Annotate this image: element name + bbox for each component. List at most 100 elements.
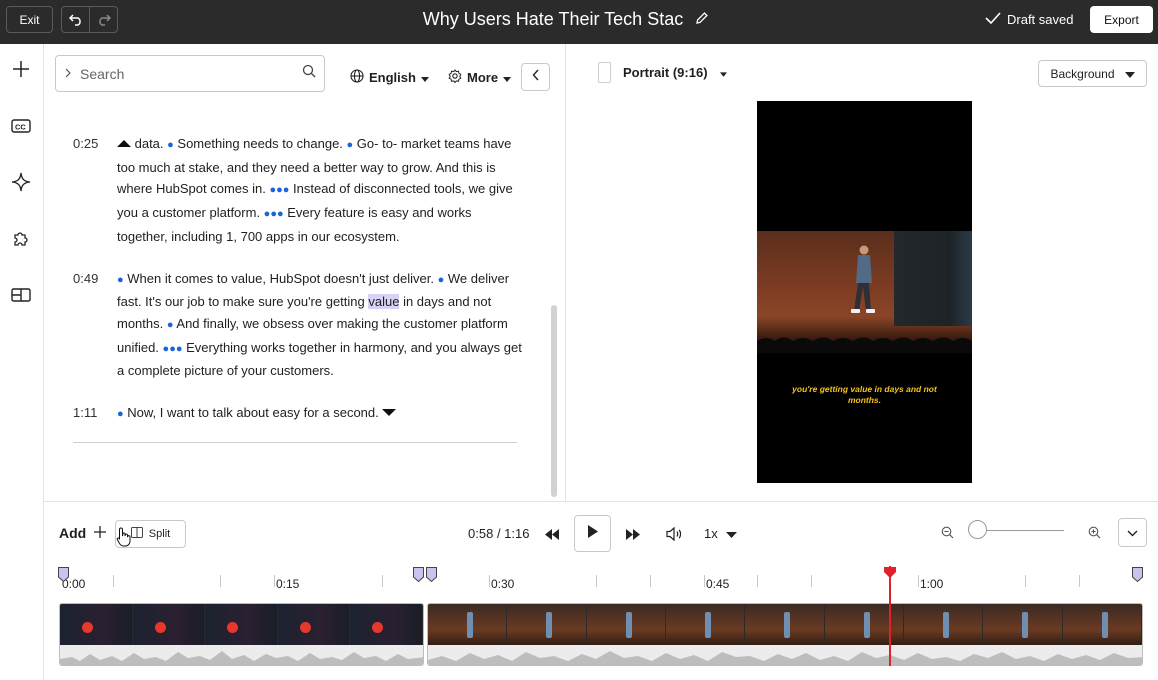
timeline-divider[interactable] <box>44 501 1158 502</box>
draft-status-text: Draft saved <box>1007 12 1074 27</box>
transcript-divider <box>73 442 517 443</box>
search-input[interactable] <box>80 65 294 82</box>
ruler-tick <box>918 575 919 587</box>
zoom-slider-track[interactable] <box>978 530 1064 531</box>
video-caption: you're getting value in days and not mon… <box>792 384 937 405</box>
pause-marker[interactable]: ●●● <box>264 208 284 220</box>
caret-down-icon <box>719 65 727 80</box>
rewind-icon[interactable] <box>544 526 560 542</box>
collapse-panel-button[interactable] <box>521 63 550 91</box>
fast-forward-icon[interactable] <box>625 526 641 542</box>
pause-marker[interactable]: ●●● <box>163 343 183 355</box>
export-button[interactable]: Export <box>1090 6 1153 33</box>
split-label: Split <box>148 528 171 540</box>
clip-thumbnail <box>586 604 666 647</box>
caret-up-icon[interactable] <box>117 136 131 151</box>
left-toolbar: CC <box>0 44 44 680</box>
puzzle-icon[interactable] <box>9 227 33 251</box>
more-dropdown[interactable]: More <box>448 69 512 86</box>
panel-divider[interactable] <box>565 44 566 501</box>
video-clip[interactable] <box>59 603 424 666</box>
aspect-ratio-label: Portrait (9:16) <box>623 65 708 80</box>
pencil-icon[interactable] <box>695 9 709 30</box>
layout-icon[interactable] <box>9 283 33 307</box>
aspect-ratio-dropdown[interactable]: Portrait (9:16) <box>598 62 727 83</box>
clip-thumbnail <box>132 604 206 647</box>
portrait-frame-icon <box>598 62 611 83</box>
background-dropdown[interactable]: Background <box>1038 60 1147 87</box>
zoom-in-icon[interactable] <box>1086 524 1102 540</box>
ruler-label: 0:15 <box>276 577 300 591</box>
transcript-text[interactable]: Something needs to change. <box>174 136 347 151</box>
plus-icon[interactable] <box>9 57 33 81</box>
total-duration: 1:16 <box>504 526 530 541</box>
clip-end-marker[interactable] <box>1132 567 1143 587</box>
gear-icon <box>448 69 462 86</box>
ruler-tick <box>382 575 383 587</box>
zoom-out-icon[interactable] <box>939 524 955 540</box>
sparkle-icon[interactable] <box>9 170 33 194</box>
current-word-highlight[interactable]: value <box>368 294 400 310</box>
background-label: Background <box>1050 66 1115 81</box>
redo-icon[interactable] <box>89 7 117 32</box>
transcript-paragraph[interactable]: 0:49 ● When it comes to value, HubSpot do… <box>73 268 523 383</box>
paragraph-timestamp[interactable]: 0:25 <box>73 133 98 155</box>
ruler-label: 0:45 <box>706 577 730 591</box>
chevron-left-icon <box>532 68 540 86</box>
caret-down-icon <box>725 526 737 541</box>
paragraph-timestamp[interactable]: 0:49 <box>73 268 98 290</box>
chevron-right-icon[interactable] <box>64 65 72 83</box>
playhead-handle[interactable] <box>883 566 897 584</box>
project-title-text[interactable]: Why Users Hate Their Tech Stac <box>423 9 683 30</box>
clip-end-marker[interactable] <box>413 567 424 587</box>
audio-waveform <box>428 645 1142 665</box>
timeline-ruler[interactable]: 0:00 0:15 0:30 0:45 1:00 <box>44 567 1158 597</box>
playback-speed-dropdown[interactable]: 1x <box>704 526 737 541</box>
search-icon[interactable] <box>302 64 316 83</box>
ruler-tick <box>757 575 758 587</box>
transcript-paragraph[interactable]: 0:25 data. ● Something needs to change. … <box>73 133 523 248</box>
transcript-text[interactable]: Now, I want to talk about easy for a sec… <box>124 405 383 420</box>
hand-cursor-icon <box>116 527 132 552</box>
search-box[interactable] <box>55 55 325 92</box>
volume-icon[interactable] <box>665 525 683 543</box>
caret-down-icon[interactable] <box>382 405 397 420</box>
globe-icon <box>350 69 364 86</box>
add-label: Add <box>59 525 87 541</box>
zoom-slider-handle[interactable] <box>968 520 987 539</box>
history-controls <box>61 6 118 33</box>
undo-icon[interactable] <box>62 7 89 32</box>
project-title[interactable]: Why Users Hate Their Tech Stac <box>380 9 752 30</box>
transcript-paragraph[interactable]: 1:11 ● Now, I want to talk about easy for… <box>73 402 523 426</box>
timecode: 0:58 / 1:16 <box>468 526 529 541</box>
exit-button[interactable]: Exit <box>6 6 53 33</box>
transcript[interactable]: 0:25 data. ● Something needs to change. … <box>73 133 523 446</box>
clip-start-marker[interactable] <box>58 567 69 587</box>
pause-marker[interactable]: ● <box>117 408 124 420</box>
transcript-text[interactable]: When it comes to value, HubSpot doesn't … <box>124 271 438 286</box>
collapse-timeline-button[interactable] <box>1118 518 1147 547</box>
play-button[interactable] <box>574 515 611 552</box>
pause-marker[interactable]: ●●● <box>269 184 289 196</box>
video-preview[interactable]: you're getting value in days and not mon… <box>757 101 972 483</box>
add-button[interactable]: Add <box>59 525 107 541</box>
svg-text:CC: CC <box>15 123 26 132</box>
captions-icon[interactable]: CC <box>9 114 33 138</box>
pause-marker[interactable]: ● <box>117 274 124 286</box>
speed-label: 1x <box>704 526 718 541</box>
play-icon <box>587 524 598 543</box>
video-frame <box>757 231 972 353</box>
clip-thumbnail <box>983 604 1063 647</box>
video-clip[interactable] <box>427 603 1143 666</box>
ruler-tick <box>220 575 221 587</box>
clip-start-marker[interactable] <box>426 567 437 587</box>
ruler-label: 1:00 <box>920 577 944 591</box>
split-icon <box>130 527 143 541</box>
paragraph-timestamp[interactable]: 1:11 <box>73 402 97 424</box>
language-dropdown[interactable]: English <box>350 69 429 86</box>
transcript-text[interactable]: data. <box>131 136 167 151</box>
pause-marker[interactable]: ● <box>167 139 174 151</box>
pause-marker[interactable]: ● <box>167 319 174 331</box>
more-label: More <box>467 70 499 85</box>
transcript-scrollbar[interactable] <box>551 305 557 497</box>
